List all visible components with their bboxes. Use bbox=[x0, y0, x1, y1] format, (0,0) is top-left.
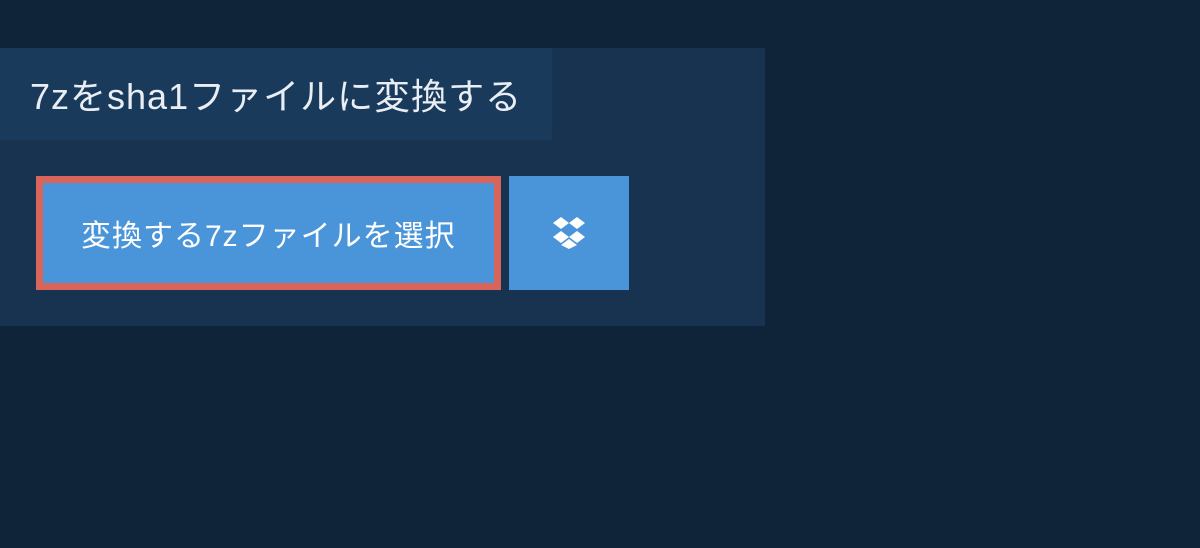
title-bar: 7zをsha1ファイルに変換する bbox=[0, 48, 552, 140]
converter-panel: 7zをsha1ファイルに変換する 変換する7zファイルを選択 bbox=[0, 48, 765, 326]
dropbox-button[interactable] bbox=[509, 176, 629, 290]
button-row: 変換する7zファイルを選択 bbox=[0, 140, 765, 326]
page-title: 7zをsha1ファイルに変換する bbox=[30, 76, 522, 117]
select-file-label: 変換する7zファイルを選択 bbox=[81, 211, 456, 255]
dropbox-icon bbox=[549, 213, 589, 253]
select-file-button[interactable]: 変換する7zファイルを選択 bbox=[36, 176, 501, 290]
